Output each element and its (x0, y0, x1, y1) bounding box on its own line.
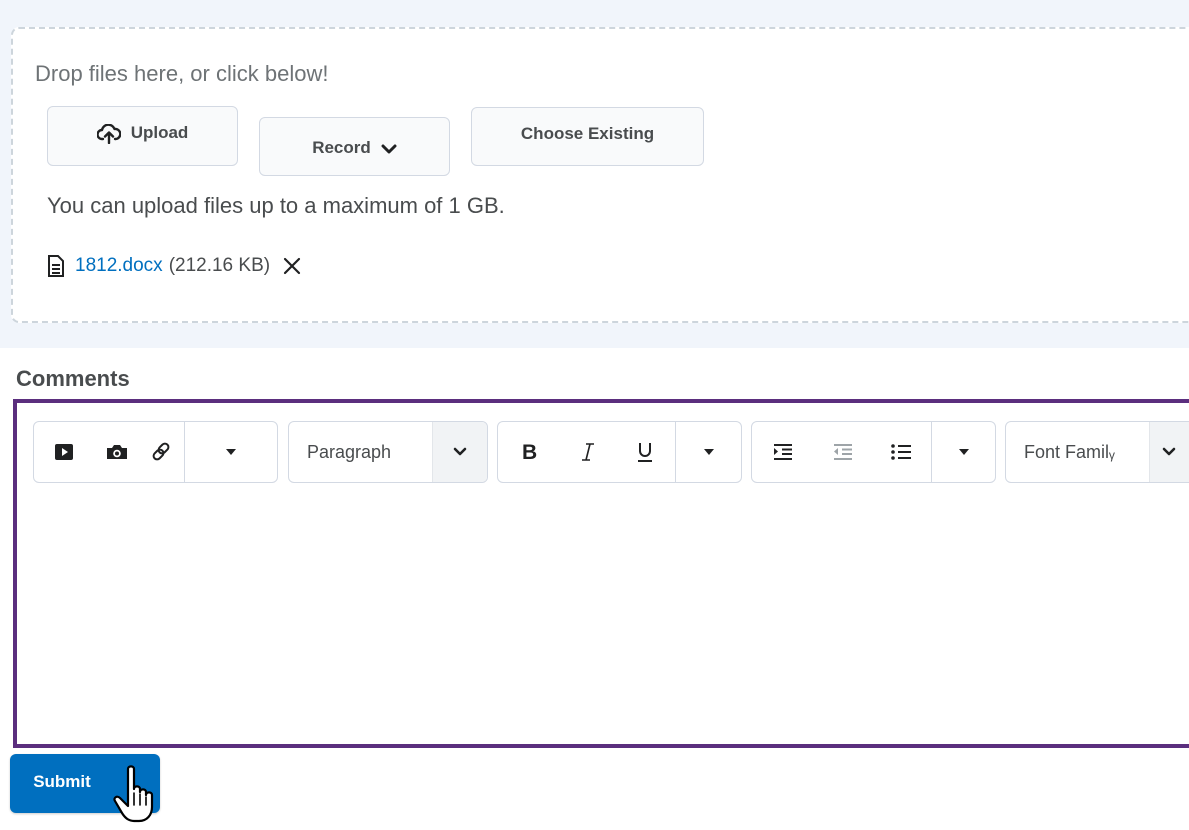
hand-pointer-icon (112, 763, 166, 830)
paragraph-toolbar-group (751, 421, 996, 483)
link-icon[interactable] (139, 422, 184, 482)
record-button-label: Record (312, 137, 371, 157)
chevron-down-icon (432, 422, 487, 482)
choose-existing-label: Choose Existing (520, 123, 655, 143)
caret-down-icon[interactable] (184, 422, 277, 482)
svg-text:B: B (522, 442, 537, 462)
indent-icon[interactable] (752, 422, 814, 482)
bullet-list-icon[interactable] (871, 422, 931, 482)
caret-down-icon[interactable] (675, 422, 741, 482)
chevron-down-icon (1149, 422, 1189, 482)
camera-icon[interactable] (94, 422, 139, 482)
video-play-icon[interactable] (34, 422, 94, 482)
insert-toolbar-group (33, 421, 278, 483)
document-icon (47, 255, 65, 277)
text-style-toolbar-group: B (497, 421, 742, 483)
comments-label: Comments (16, 366, 130, 391)
format-select-value: Paragraph (307, 441, 392, 462)
choose-existing-button[interactable]: Choose Existing (471, 107, 704, 166)
attached-file: 1812.docx (212.16 KB) (47, 251, 302, 281)
attached-file-link[interactable]: 1812.docx (75, 255, 163, 277)
outdent-icon[interactable] (814, 422, 871, 482)
caret-down-icon[interactable] (931, 422, 995, 482)
font-family-select-value: Font Familᵧ (1024, 441, 1115, 462)
chevron-down-icon (381, 143, 397, 155)
upload-limit-text: You can upload files up to a maximum of … (47, 193, 505, 218)
close-icon[interactable] (282, 256, 302, 276)
upload-icon (96, 124, 121, 144)
bold-icon[interactable]: B (498, 422, 560, 482)
italic-icon[interactable] (560, 422, 615, 482)
drop-hint-text: Drop files here, or click below! (35, 61, 329, 86)
upload-button-label: Upload (130, 123, 189, 142)
font-family-select[interactable]: Font Familᵧ (1005, 421, 1189, 483)
record-dropdown-button[interactable]: Record (259, 117, 450, 176)
format-select[interactable]: Paragraph (288, 421, 488, 483)
attached-file-size: (212.16 KB) (168, 255, 271, 276)
upload-button[interactable]: Upload (47, 106, 238, 166)
underline-icon[interactable] (615, 422, 675, 482)
